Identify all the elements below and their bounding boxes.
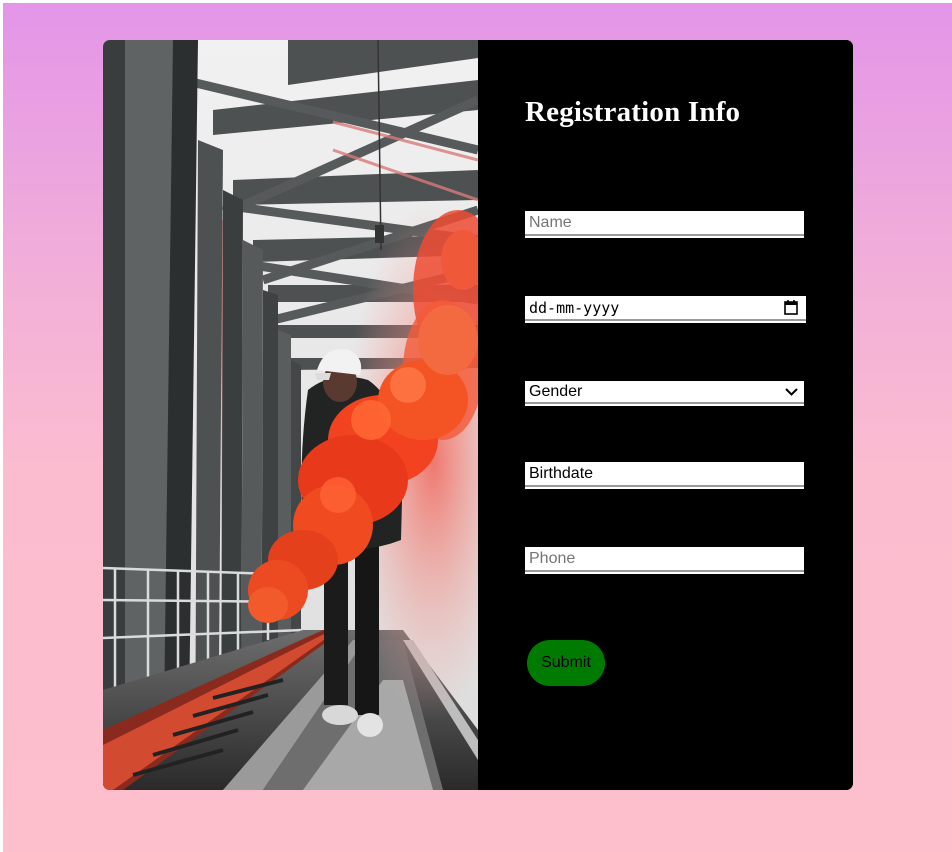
- name-field[interactable]: [525, 211, 804, 236]
- submit-button[interactable]: Submit: [527, 640, 605, 686]
- birthdate-field[interactable]: [525, 462, 804, 487]
- chevron-down-icon: [785, 387, 798, 396]
- registration-form: Registration Info dd-mm-yyyy Gender: [478, 40, 853, 790]
- page-background: Registration Info dd-mm-yyyy Gender: [3, 3, 952, 852]
- date-placeholder: dd-mm-yyyy: [529, 298, 620, 317]
- gender-select[interactable]: Gender: [525, 381, 804, 404]
- registration-card: Registration Info dd-mm-yyyy Gender: [103, 40, 853, 790]
- phone-input[interactable]: [529, 549, 804, 568]
- calendar-icon[interactable]: [784, 300, 798, 315]
- hero-photo: [103, 40, 478, 790]
- name-input[interactable]: [529, 213, 804, 232]
- birthdate-input[interactable]: [529, 464, 804, 483]
- form-title: Registration Info: [525, 96, 741, 128]
- date-field[interactable]: dd-mm-yyyy: [525, 296, 806, 321]
- phone-field[interactable]: [525, 547, 804, 572]
- gender-selected: Gender: [529, 382, 583, 400]
